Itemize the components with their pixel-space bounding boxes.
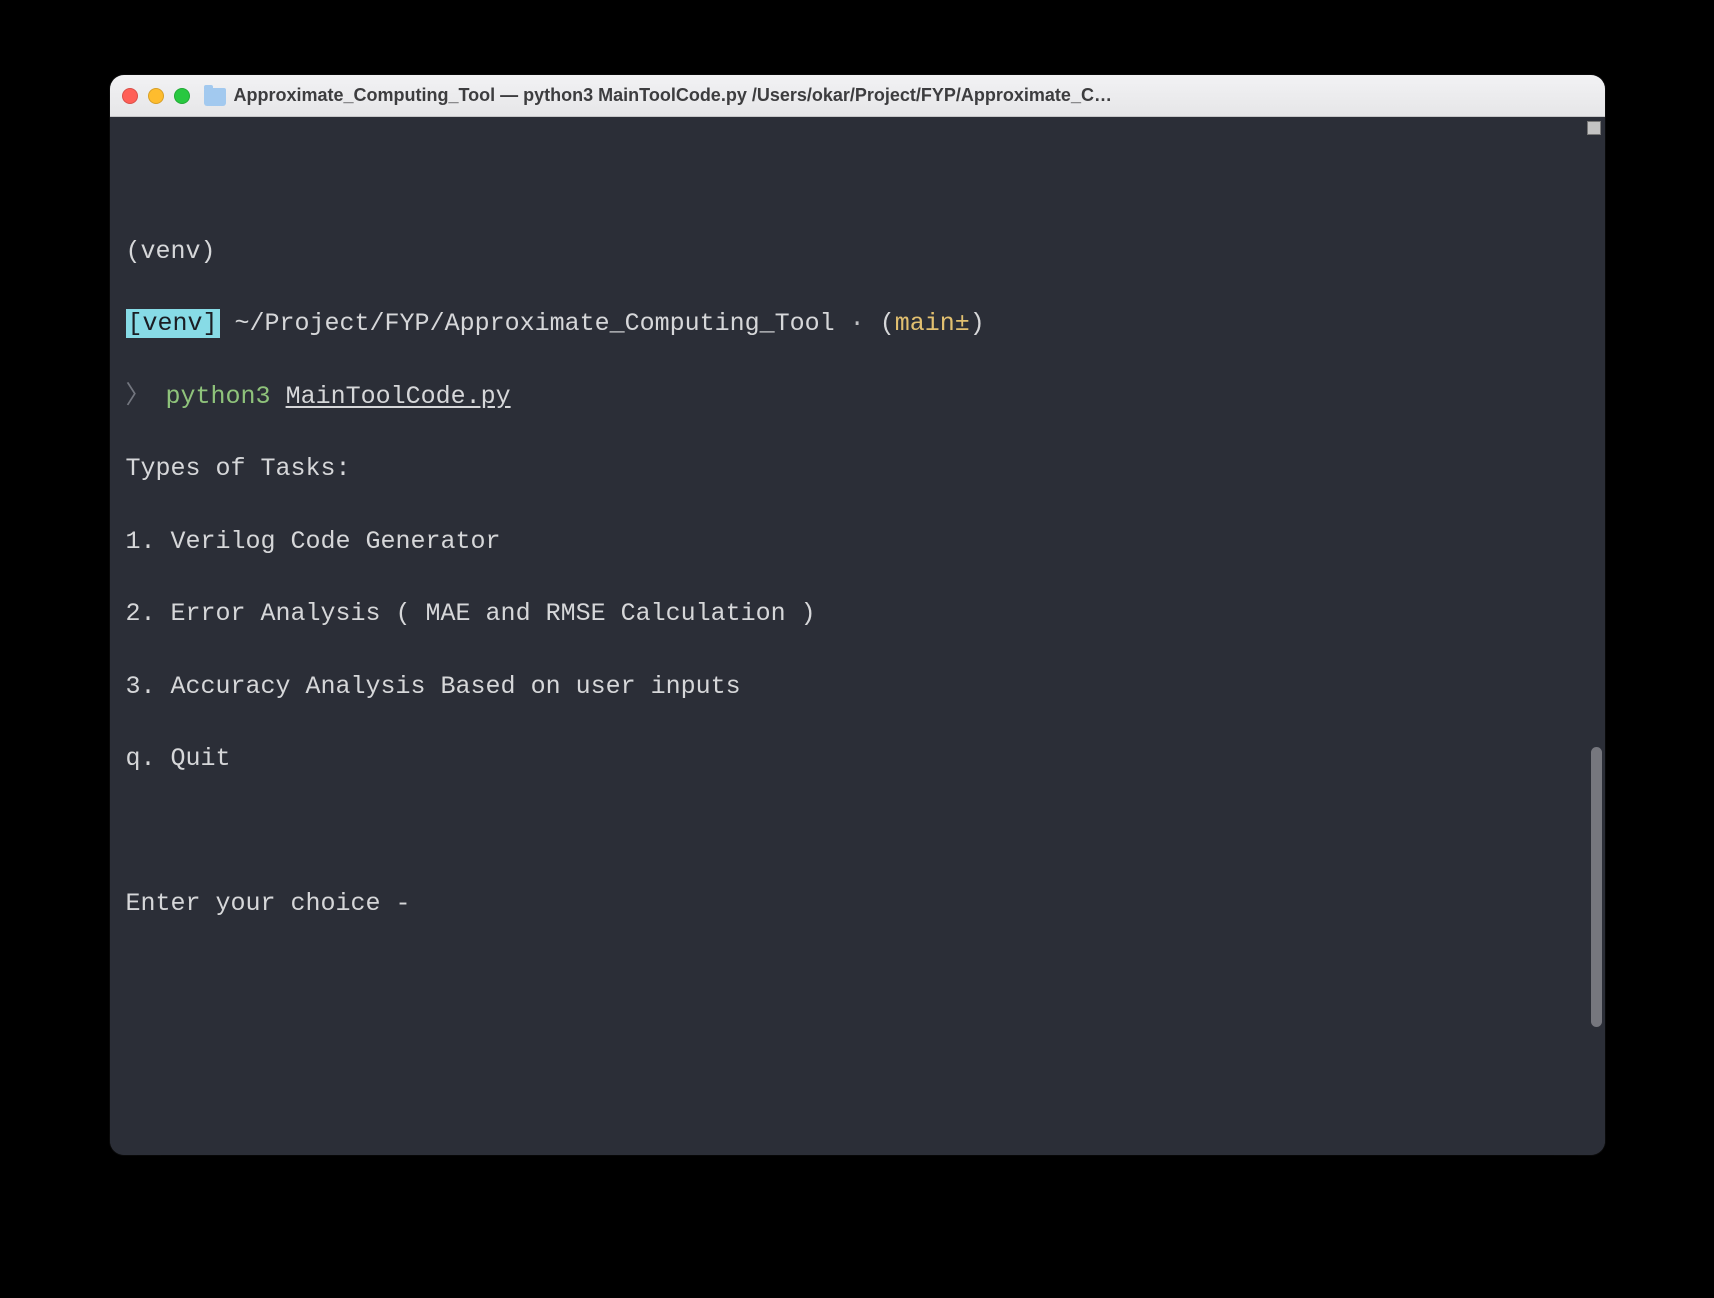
input-prompt-label: Enter your choice - bbox=[126, 889, 426, 918]
prompt-symbol: 〉 bbox=[126, 382, 151, 411]
folder-icon bbox=[204, 88, 226, 106]
venv-tag: [venv] bbox=[126, 309, 220, 338]
minimize-window-button[interactable] bbox=[148, 88, 164, 104]
separator-dot: · bbox=[850, 309, 865, 338]
cwd-path: ~/Project/FYP/Approximate_Computing_Tool bbox=[235, 309, 835, 338]
menu-item-quit: q. Quit bbox=[126, 741, 1589, 777]
output-header: Types of Tasks: bbox=[126, 451, 1589, 487]
venv-indicator-top: (venv) bbox=[126, 237, 216, 266]
title-bar[interactable]: Approximate_Computing_Tool — python3 Mai… bbox=[110, 75, 1605, 117]
command-name: python3 bbox=[166, 382, 271, 411]
menu-item-1: 1. Verilog Code Generator bbox=[126, 524, 1589, 560]
terminal-window: Approximate_Computing_Tool — python3 Mai… bbox=[110, 75, 1605, 1155]
command-argument: MainToolCode.py bbox=[286, 382, 511, 411]
traffic-lights bbox=[122, 88, 190, 104]
menu-item-2: 2. Error Analysis ( MAE and RMSE Calcula… bbox=[126, 596, 1589, 632]
input-prompt-line[interactable]: Enter your choice - bbox=[126, 886, 1589, 922]
window-title: Approximate_Computing_Tool — python3 Mai… bbox=[234, 85, 1593, 106]
scrollbar-thumb[interactable] bbox=[1591, 747, 1602, 1027]
branch-paren-open: ( bbox=[880, 309, 895, 338]
terminal-body[interactable]: (venv) [venv] ~/Project/FYP/Approximate_… bbox=[110, 117, 1605, 1155]
git-branch: main± bbox=[895, 309, 970, 338]
maximize-window-button[interactable] bbox=[174, 88, 190, 104]
menu-item-3: 3. Accuracy Analysis Based on user input… bbox=[126, 669, 1589, 705]
status-indicator-icon bbox=[1587, 121, 1601, 135]
branch-paren-close: ) bbox=[970, 309, 985, 338]
close-window-button[interactable] bbox=[122, 88, 138, 104]
